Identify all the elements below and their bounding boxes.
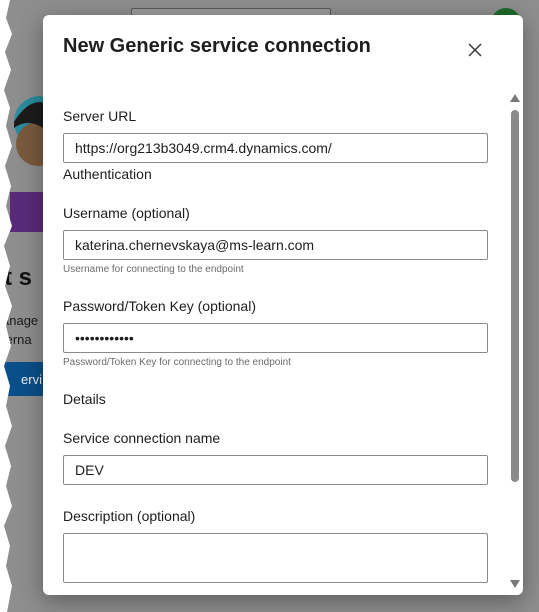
connection-name-label: Service connection name <box>63 430 221 446</box>
username-input[interactable] <box>63 230 488 260</box>
background-button-label: ervi <box>21 371 42 387</box>
details-section-label: Details <box>63 391 106 407</box>
scrollbar-thumb[interactable] <box>511 110 519 482</box>
username-hint: Username for connecting to the endpoint <box>63 264 244 275</box>
connection-name-input[interactable] <box>63 455 488 485</box>
description-label: Description (optional) <box>63 508 196 524</box>
password-hint: Password/Token Key for connecting to the… <box>63 357 291 368</box>
authentication-section-label: Authentication <box>63 166 152 182</box>
username-label: Username (optional) <box>63 205 190 221</box>
scroll-down-arrow-icon[interactable] <box>510 580 520 588</box>
server-url-label: Server URL <box>63 108 137 124</box>
password-label: Password/Token Key (optional) <box>63 298 256 314</box>
service-connection-dialog: New Generic service connection Server UR… <box>43 15 523 595</box>
close-icon[interactable] <box>465 40 485 60</box>
description-textarea[interactable] <box>63 533 488 583</box>
server-url-input[interactable] <box>63 133 488 163</box>
torn-edge-decoration <box>0 0 12 612</box>
password-input[interactable] <box>63 323 488 353</box>
dialog-title: New Generic service connection <box>63 35 371 57</box>
scroll-up-arrow-icon[interactable] <box>510 94 520 102</box>
